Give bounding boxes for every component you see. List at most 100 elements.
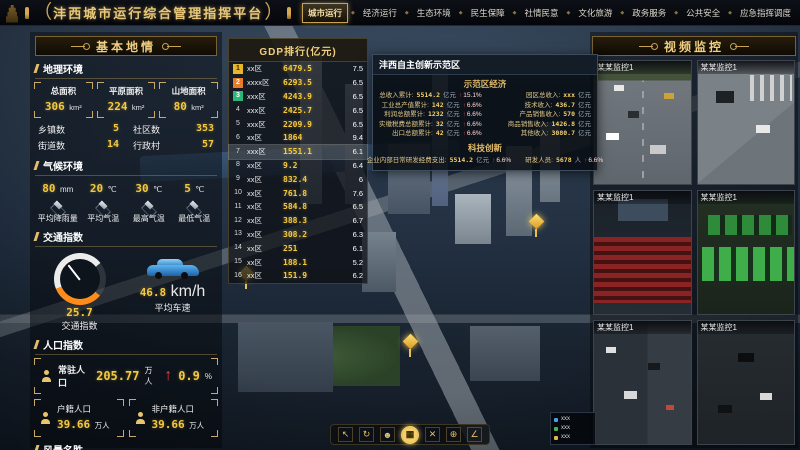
gdp-row[interactable]: 11xx区584.86.5 [229,200,367,214]
stat-registered-population: 户籍人口 39.66 万人 [34,399,124,437]
popup-title[interactable]: 沣西自主创新示范区 [373,55,597,75]
person-icon [39,412,52,424]
popup-economy-columns: 总收入累计:5514.2亿元15.1% 工业总产值累计:142亿元6.6% 利润… [373,91,597,139]
stat-row: 企业内部日常研发经费支出:5514.2亿元6.6% [367,156,511,166]
tab-economy[interactable]: 经济运行 [358,4,402,22]
gdp-row[interactable]: 16xx区151.96.2 [229,269,367,283]
popup-innovation-title: 科技创新 [373,142,597,154]
nav-tabs: 城市运行 经济运行 生态环境 民生保障 社情民意 文化旅游 政务服务 公共安全 … [302,3,796,23]
trend-up-icon: 6.6% [463,101,482,111]
rank-badge: 1 [233,64,243,74]
gdp-row[interactable]: 13xx区308.26.3 [229,228,367,242]
gdp-row[interactable]: 9xx区832.46 [229,172,367,186]
video-scene-trucks [698,191,795,314]
trend-up-icon: 6.6% [463,120,482,130]
gauge-needle [67,264,80,280]
tab-gov-services[interactable]: 政务服务 [627,4,671,22]
person-icon [40,370,53,382]
stat-min-temp: 5 ℃ 最低气温 [172,179,218,224]
legend-item: xxx [554,424,592,433]
gdp-row[interactable]: 14xx区2516.1 [229,241,367,255]
scroll-ornament-icon [636,43,658,50]
tab-ecology[interactable]: 生态环境 [412,4,456,22]
pointer-icon[interactable]: ↖ [338,427,353,442]
video-feed[interactable]: 某某监控1 [593,320,692,445]
map-marker-icon[interactable] [402,336,418,360]
innovation-zone-popup: 沣西自主创新示范区 示范区经济 总收入累计:5514.2亿元15.1% 工业总产… [372,54,598,171]
trend-up-icon: 6.6% [463,129,482,139]
dashboard: （ 沣西城市运行综合管理指挥平台 ） 城市运行 经济运行 生态环境 民生保障 社… [0,0,800,450]
traffic-index-gauge: 25.7 交通指数 [33,250,126,332]
gdp-row[interactable]: 5xxx区2209.96.5 [229,117,367,131]
tab-culture-tourism[interactable]: 文化旅游 [573,4,617,22]
basic-info-panel: 基本地情 地理环境 总面积 306 km² 平原面积 224 km² 山地面积 … [30,32,222,448]
stat-avg-rainfall: 80 mm 平均降雨量 [35,179,81,224]
gdp-row[interactable]: 8xx区9.26.4 [229,159,367,173]
tab-separator-icon [405,10,409,16]
stat-streets: 街道数 14 [36,138,121,153]
tab-public-safety[interactable]: 公共安全 [681,4,725,22]
video-feed[interactable]: 某某监控1 [697,60,796,185]
rank-badge: 11 [233,202,243,212]
tab-city-operation[interactable]: 城市运行 [302,3,348,23]
area-stats: 总面积 306 km² 平原面积 224 km² 山地面积 80 km² [34,82,218,118]
expand-icon[interactable]: ✕ [425,427,440,442]
rank-badge: 6 [233,133,243,143]
legend-item: xxx [554,415,592,424]
gdp-panel-title: GDP排行(亿元) [229,39,367,62]
panel-header-basic-info: 基本地情 [35,36,217,56]
gdp-row[interactable]: 12xx区388.36.7 [229,214,367,228]
rank-badge: 14 [233,243,243,253]
map-toolbar: ↖ ↻ ☻ ▦ ✕ ⊕ ∠ [330,424,490,445]
trend-up-icon: 6.6% [492,156,511,166]
person-icon[interactable]: ☻ [380,427,395,442]
trend-up-icon: 6.6% [584,156,603,166]
video-feed[interactable]: 某某监控1 [697,320,796,445]
video-feed[interactable]: 某某监控1 [697,190,796,315]
trend-up-icon [164,367,173,385]
video-scene-street [594,61,691,184]
person-icon [134,412,147,424]
video-scene-meeting-room [594,191,691,314]
stat-plain-area: 平原面积 224 km² [97,82,156,118]
video-monitor-panel: 视频监控 某某监控1 某某监控1 某某监控1 某某监控1 某某监控1 [590,32,798,448]
rank-badge: 12 [233,216,243,226]
stat-row: 产品销售收入:570亿元 [486,110,595,120]
lion-statue-icon [287,7,291,19]
gdp-row-selected[interactable]: 7xxx区1551.16.1 [229,145,367,159]
tab-public-opinion[interactable]: 社情民意 [519,4,563,22]
scroll-ornament-icon [68,43,90,50]
stat-row: 总收入累计:5514.2亿元15.1% [375,91,486,101]
rank-badge: 3 [233,91,243,101]
stat-row: 其他收入:3080.7亿元 [486,129,595,139]
stat-row: 研发人员:5678人6.6% [525,156,603,166]
scroll-ornament-icon [730,43,752,50]
tab-emergency[interactable]: 应急指挥调度 [735,4,796,22]
rank-badge: 13 [233,229,243,239]
gdp-row[interactable]: 1xx区6479.57.5 [229,62,367,76]
stat-row: 利润总额累计:1232亿元6.6% [375,110,486,120]
tab-livelihood[interactable]: 民生保障 [466,4,510,22]
video-feed[interactable]: 某某监控1 [593,190,692,315]
rotate-icon[interactable]: ↻ [359,427,374,442]
globe-icon[interactable]: ⊕ [446,427,461,442]
gdp-row[interactable]: 3xxx区4243.96.5 [229,90,367,104]
traffic-stats: 25.7 交通指数 46.8 km/h 平均车速 [33,250,219,332]
map-marker-icon[interactable] [528,216,544,240]
gdp-ranking-panel: GDP排行(亿元) 1xx区6479.57.5 2xxxx区6293.56.5 … [228,38,368,284]
video-feed[interactable]: 某某监控1 [593,60,692,185]
innovation-stats: 企业内部日常研发经费支出:5514.2亿元6.6% 研发人员:5678人6.6% [373,155,597,171]
measure-icon[interactable]: ∠ [467,427,482,442]
stat-row: 园区总收入:xxx亿元 [486,91,595,101]
building-icon[interactable]: ▦ [401,426,419,444]
gdp-row[interactable]: 6xx区18649.4 [229,131,367,145]
gdp-row[interactable]: 2xxxx区6293.56.5 [229,76,367,90]
trend-up-icon: 6.6% [463,110,482,120]
video-scene-intersection [698,61,795,184]
gdp-row[interactable]: 4xxx区2425.76.5 [229,103,367,117]
gdp-row[interactable]: 10xx区761.87.6 [229,186,367,200]
gdp-row[interactable]: 15xx区188.15.2 [229,255,367,269]
trend-up-icon: 15.1% [459,91,482,101]
panel-header-video: 视频监控 [592,36,796,56]
stat-villages: 行政村 57 [131,138,216,153]
